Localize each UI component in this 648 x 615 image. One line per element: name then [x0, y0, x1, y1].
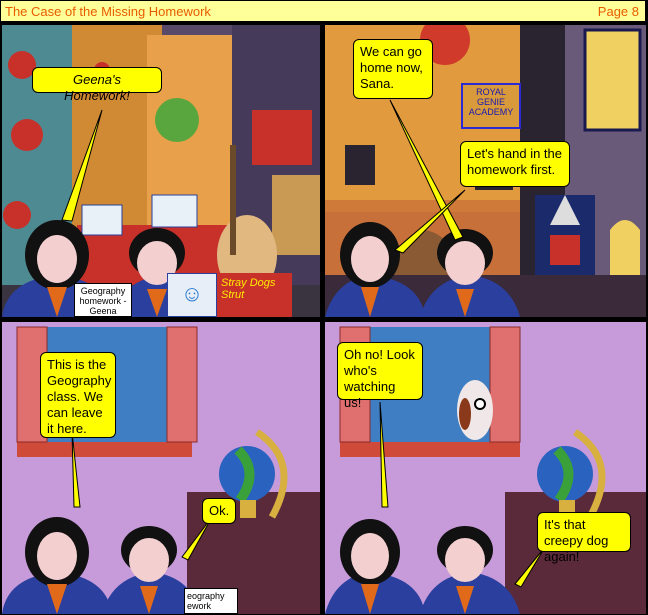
speech-bubble: It's that creepy dog again!	[537, 512, 631, 564]
page-number: Page 8	[597, 4, 639, 19]
homework-label: Geography homework - Geena	[74, 283, 132, 317]
panel-2: We can go home now, Sana. ROYAL GENIE AC…	[325, 25, 646, 317]
speech-bubble: This is the Geography class. We can leav…	[40, 352, 116, 438]
academy-sign: ROYAL GENIE ACADEMY	[461, 83, 521, 129]
comic-title: The Case of the Missing Homework	[5, 4, 211, 19]
panel-3: This is the Geography class. We can leav…	[2, 322, 320, 614]
band-poster: ☺ Stray Dogs Strut	[167, 273, 292, 317]
panel-1: Geena's Homework! Geography homework - G…	[2, 25, 320, 317]
speech-bubble: Oh no! Look who's watching us!	[337, 342, 423, 410]
speech-bubble: We can go home now, Sana.	[353, 39, 433, 99]
comic-page: The Case of the Missing Homework Page 8	[0, 0, 648, 615]
title-bar: The Case of the Missing Homework Page 8	[0, 0, 646, 22]
speech-bubble: Geena's Homework!	[32, 67, 162, 103]
smiley-icon: ☺	[167, 273, 217, 317]
panel-4: Oh no! Look who's watching us! It's that…	[325, 322, 646, 614]
poster-text: Stray Dogs Strut	[221, 277, 276, 301]
homework-label: eography ework	[184, 588, 238, 614]
speech-bubble: Let's hand in the homework first.	[460, 141, 570, 187]
speech-bubble: Ok.	[202, 498, 236, 524]
